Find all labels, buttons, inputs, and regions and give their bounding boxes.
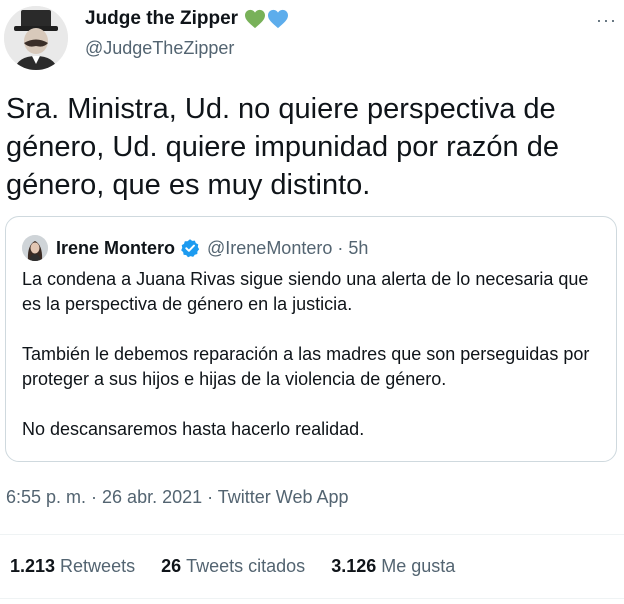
quoted-author-avatar xyxy=(22,235,48,261)
green-heart-icon xyxy=(245,9,266,29)
likes-label: Me gusta xyxy=(381,556,456,576)
likes-stat[interactable]: 3.126 Me gusta xyxy=(331,556,455,577)
divider xyxy=(0,534,624,535)
likes-count: 3.126 xyxy=(331,556,377,576)
quoted-author-handle: @IreneMontero xyxy=(207,237,333,258)
tweet-header: Judge the Zipper @JudgeTheZipper ··· xyxy=(0,0,624,80)
quoted-tweet-header: Irene Montero @IreneMontero · 5h xyxy=(22,235,368,261)
quote-tweets-count: 26 xyxy=(161,556,182,576)
quoted-paragraph: También le debemos reparación a las madr… xyxy=(22,344,590,389)
quoted-tweet[interactable]: Irene Montero @IreneMontero · 5h La cond… xyxy=(5,216,617,462)
author-name-row: Judge the Zipper xyxy=(85,8,289,30)
tweet-timestamp[interactable]: 6:55 p. m. · 26 abr. 2021 · Twitter Web … xyxy=(6,487,349,508)
more-options-icon[interactable]: ··· xyxy=(596,10,617,31)
retweets-count: 1.213 xyxy=(10,556,56,576)
retweets-label: Retweets xyxy=(60,556,136,576)
verified-badge-icon xyxy=(180,238,200,258)
quoted-paragraph: La condena a Juana Rivas sigue siendo un… xyxy=(22,269,589,314)
quoted-author-name: Irene Montero xyxy=(56,237,176,258)
retweets-stat[interactable]: 1.213 Retweets xyxy=(10,556,135,577)
quoted-tweet-body: La condena a Juana Rivas sigue siendo un… xyxy=(22,267,602,467)
quoted-paragraph: No descansaremos hasta hacerlo realidad. xyxy=(22,419,365,439)
author-handle[interactable]: @JudgeTheZipper xyxy=(85,38,234,59)
author-name[interactable]: Judge the Zipper xyxy=(85,8,238,30)
quote-tweets-label: Tweets citados xyxy=(186,556,306,576)
author-emoji xyxy=(244,9,289,29)
quoted-tweet-time: 5h xyxy=(348,237,369,258)
quote-tweets-stat[interactable]: 26 Tweets citados xyxy=(161,556,305,577)
divider xyxy=(0,598,624,599)
engagement-stats: 1.213 Retweets 26 Tweets citados 3.126 Me g… xyxy=(10,556,455,577)
author-avatar[interactable] xyxy=(4,6,68,70)
tweet-text: Sra. Ministra, Ud. no quiere perspectiva… xyxy=(6,93,559,201)
meta-separator: · xyxy=(337,237,344,258)
blue-heart-icon xyxy=(268,9,289,29)
